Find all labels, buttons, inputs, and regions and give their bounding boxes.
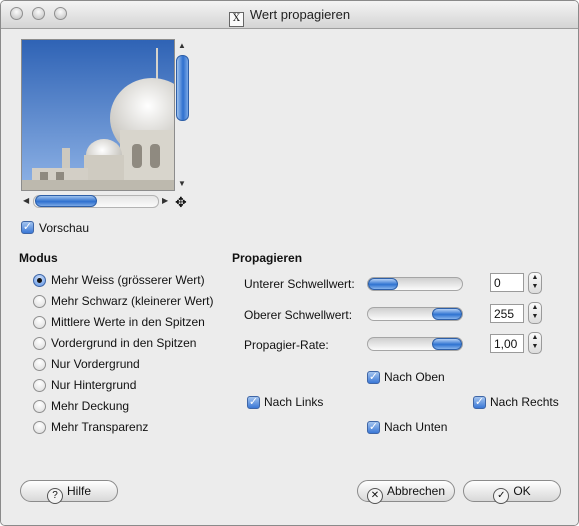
- radio-nur-hintergrund[interactable]: [33, 379, 46, 392]
- propagieren-heading: Propagieren: [232, 251, 303, 265]
- radio-nur-vordergrund[interactable]: [33, 358, 46, 371]
- scroll-down-arrow-icon[interactable]: ▼: [178, 179, 186, 188]
- radio-label-mittlere-werte: Mittlere Werte in den Spitzen: [51, 315, 205, 329]
- dialog-window: X Wert propagieren ▲ ▼ ◀ ▶ ✥ ✓ Vorschau …: [0, 0, 579, 526]
- ok-icon: ✓: [493, 488, 510, 504]
- preview-checkbox-label: Vorschau: [39, 221, 90, 235]
- help-button[interactable]: ? Hilfe: [20, 480, 118, 504]
- preview-vertical-scrollbar[interactable]: ▲ ▼: [175, 39, 189, 191]
- radio-vordergrund-spitzen[interactable]: [33, 337, 46, 350]
- propagation-rate-knob[interactable]: [432, 338, 462, 350]
- window-title: Wert propagieren: [249, 7, 351, 22]
- preview-image[interactable]: [21, 39, 175, 191]
- upper-threshold-label: Oberer Schwellwert:: [244, 308, 353, 322]
- taj-mahal-preview-graphic: [22, 40, 174, 190]
- preview-horizontal-scrollbar[interactable]: ◀ ▶: [21, 194, 173, 208]
- scroll-up-arrow-icon[interactable]: ▲: [178, 41, 186, 50]
- lower-threshold-knob[interactable]: [368, 278, 398, 290]
- radio-mehr-schwarz[interactable]: [33, 295, 46, 308]
- help-button-label: Hilfe: [66, 484, 91, 498]
- upper-threshold-spinner[interactable]: ▲ ▼: [528, 302, 542, 324]
- lower-threshold-spinner[interactable]: ▲ ▼: [528, 272, 542, 294]
- radio-label-mehr-deckung: Mehr Deckung: [51, 399, 130, 413]
- radio-mehr-weiss[interactable]: [33, 274, 46, 287]
- modus-heading: Modus: [19, 251, 58, 265]
- upper-threshold-slider[interactable]: [367, 307, 463, 321]
- lower-threshold-slider[interactable]: [367, 277, 463, 291]
- propagation-rate-label: Propagier-Rate:: [244, 338, 329, 352]
- cancel-icon: ✕: [366, 488, 383, 504]
- scroll-right-arrow-icon[interactable]: ▶: [162, 196, 168, 205]
- direction-up-checkbox[interactable]: ✓: [367, 371, 380, 384]
- cancel-button[interactable]: ✕ Abbrechen: [357, 480, 455, 504]
- propagation-rate-input[interactable]: 1,00: [490, 334, 524, 353]
- cancel-button-label: Abbrechen: [386, 484, 446, 498]
- x11-app-icon: X: [228, 12, 244, 27]
- radio-label-nur-hintergrund: Nur Hintergrund: [51, 378, 137, 392]
- window-title-area: X Wert propagieren: [1, 7, 578, 27]
- dialog-content: ▲ ▼ ◀ ▶ ✥ ✓ Vorschau Modus Mehr Weiss (g…: [1, 29, 578, 525]
- direction-left-checkbox[interactable]: ✓: [247, 396, 260, 409]
- preview-checkbox[interactable]: ✓: [21, 221, 34, 234]
- title-bar: X Wert propagieren: [1, 1, 578, 29]
- upper-threshold-knob[interactable]: [432, 308, 462, 320]
- direction-down-checkbox[interactable]: ✓: [367, 421, 380, 434]
- ok-button[interactable]: ✓ OK: [463, 480, 561, 504]
- vertical-scroll-thumb[interactable]: [176, 55, 189, 121]
- radio-label-mehr-weiss: Mehr Weiss (grösserer Wert): [51, 273, 205, 287]
- direction-right-label: Nach Rechts: [490, 395, 559, 409]
- propagation-rate-slider[interactable]: [367, 337, 463, 351]
- direction-down-label: Nach Unten: [384, 420, 448, 434]
- lower-threshold-label: Unterer Schwellwert:: [244, 277, 355, 291]
- radio-label-nur-vordergrund: Nur Vordergrund: [51, 357, 140, 371]
- radio-label-mehr-schwarz: Mehr Schwarz (kleinerer Wert): [51, 294, 214, 308]
- direction-up-label: Nach Oben: [384, 370, 445, 384]
- radio-label-mehr-transparenz: Mehr Transparenz: [51, 420, 149, 434]
- direction-right-checkbox[interactable]: ✓: [473, 396, 486, 409]
- upper-threshold-input[interactable]: 255: [490, 304, 524, 323]
- radio-mehr-deckung[interactable]: [33, 400, 46, 413]
- horizontal-scroll-thumb[interactable]: [35, 195, 97, 207]
- scroll-left-arrow-icon[interactable]: ◀: [23, 196, 29, 205]
- direction-left-label: Nach Links: [264, 395, 324, 409]
- radio-label-vordergrund-spitzen: Vordergrund in den Spitzen: [51, 336, 197, 350]
- propagation-rate-spinner[interactable]: ▲ ▼: [528, 332, 542, 354]
- help-icon: ?: [46, 488, 63, 504]
- ok-button-label: OK: [513, 484, 531, 498]
- lower-threshold-input[interactable]: 0: [490, 273, 524, 292]
- navigate-move-icon[interactable]: ✥: [175, 194, 187, 211]
- radio-mehr-transparenz[interactable]: [33, 421, 46, 434]
- radio-mittlere-werte[interactable]: [33, 316, 46, 329]
